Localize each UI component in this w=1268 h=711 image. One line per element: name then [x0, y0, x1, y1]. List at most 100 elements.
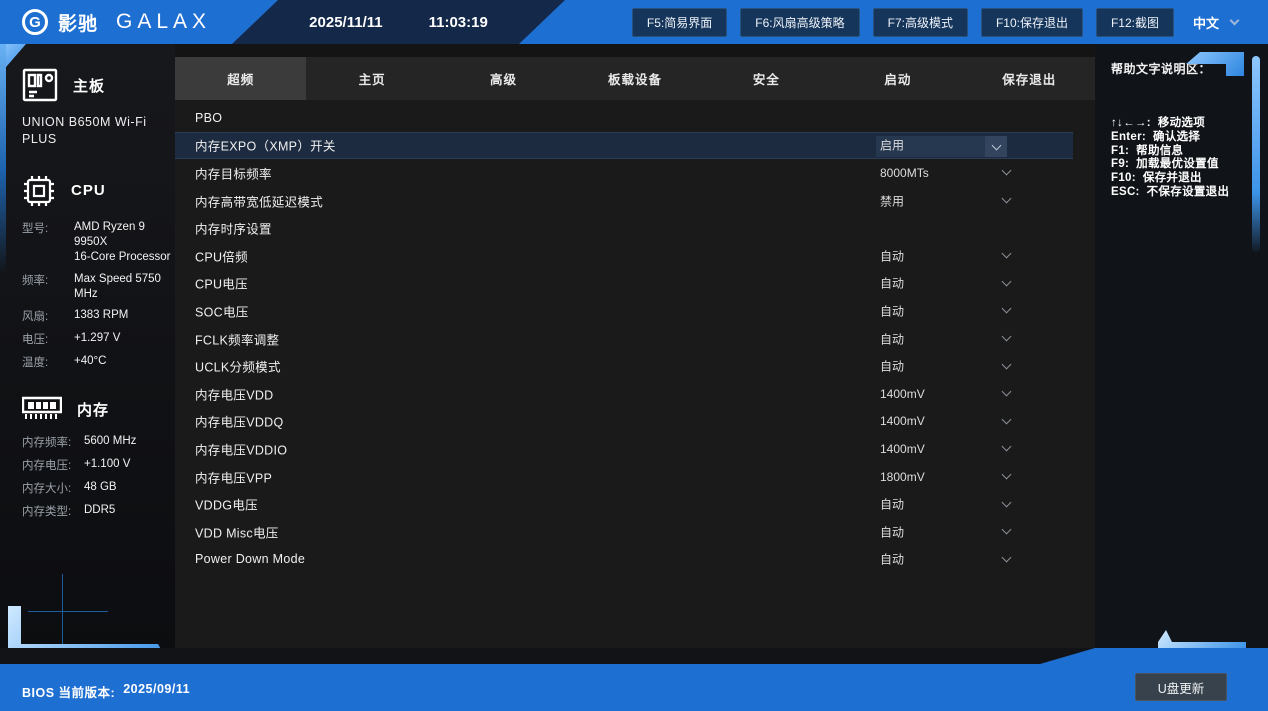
chevron-down-icon — [1001, 166, 1011, 176]
stat-value: DDR5 — [84, 503, 115, 519]
help-hint-line: F1: 帮助信息 — [1111, 145, 1268, 159]
scrollbar-decoration[interactable] — [1252, 56, 1260, 252]
setting-label: UCLK分频模式 — [195, 357, 281, 376]
settings-list: PBO 内存EXPO（XMP）开关 启用 内存目标频率 8000MTs 内存高带… — [175, 104, 1073, 573]
fkey-button[interactable]: F12:截图 — [1096, 8, 1174, 37]
setting-row[interactable]: VDDG电压 自动 — [175, 490, 1073, 518]
setting-value: 启用 — [880, 137, 904, 154]
dropdown-control[interactable] — [995, 192, 1017, 210]
dropdown-control[interactable] — [995, 274, 1017, 292]
language-selector[interactable]: 中文 — [1193, 13, 1238, 32]
setting-label: 内存电压VDDIO — [195, 439, 287, 458]
dropdown-control[interactable] — [995, 412, 1017, 430]
setting-row[interactable]: 内存电压VDDQ 1400mV — [175, 408, 1073, 436]
setting-row[interactable]: Power Down Mode 自动 — [175, 546, 1073, 574]
stat-label: 频率: — [22, 272, 74, 302]
dropdown-control[interactable] — [995, 468, 1017, 486]
tab[interactable]: 超频 — [175, 57, 306, 100]
stat-value: 1383 RPM — [74, 308, 128, 324]
setting-row[interactable]: SOC电压 自动 — [175, 297, 1073, 325]
dropdown-control[interactable] — [995, 523, 1017, 541]
setting-row[interactable]: 内存目标频率 8000MTs — [175, 159, 1073, 187]
stat-label: 温度: — [22, 354, 74, 370]
setting-row[interactable]: UCLK分频模式 自动 — [175, 352, 1073, 380]
bios-screen: G 影驰 GALAX 2025/11/11 11:03:19 F5:简易界面 F6… — [0, 0, 1268, 711]
stat-value: +40°C — [74, 354, 106, 370]
dropdown-control[interactable] — [995, 330, 1017, 348]
usb-update-button[interactable]: U盘更新 — [1135, 673, 1227, 701]
setting-row[interactable]: 内存电压VPP 1800mV — [175, 463, 1073, 491]
stat-label: 风扇: — [22, 308, 74, 324]
setting-label: CPU电压 — [195, 274, 248, 293]
setting-row[interactable]: PBO — [175, 104, 1073, 132]
setting-value: 禁用 — [880, 192, 904, 209]
setting-value: 自动 — [880, 551, 904, 568]
setting-value: 自动 — [880, 330, 904, 347]
fkey-button[interactable]: F5:简易界面 — [632, 8, 727, 37]
motherboard-section: 主板 UNION B650M Wi-Fi PLUS — [22, 68, 175, 148]
chevron-down-icon — [1001, 332, 1011, 342]
system-time: 11:03:19 — [429, 14, 488, 31]
setting-row[interactable]: CPU倍频 自动 — [175, 242, 1073, 270]
setting-value: 1400mV — [880, 442, 925, 456]
language-label: 中文 — [1193, 13, 1219, 32]
setting-value: 自动 — [880, 275, 904, 292]
fkey-button[interactable]: F7:高级模式 — [873, 8, 968, 37]
corner-decoration-bottom-right — [1158, 630, 1246, 648]
setting-row[interactable]: CPU电压 自动 — [175, 270, 1073, 298]
help-hint-line: Enter: 确认选择 — [1111, 131, 1268, 145]
chevron-down-icon — [1001, 525, 1011, 535]
setting-row[interactable]: 内存高带宽低延迟模式 禁用 — [175, 187, 1073, 215]
setting-value: 自动 — [880, 302, 904, 319]
stat-value: +1.100 V — [84, 457, 130, 473]
tab[interactable]: 启动 — [832, 57, 963, 100]
setting-row[interactable]: VDD Misc电压 自动 — [175, 518, 1073, 546]
brand-logo: G 影驰 GALAX — [0, 9, 232, 36]
galax-logo-icon: G — [22, 9, 48, 35]
fkey-button[interactable]: F10:保存退出 — [981, 8, 1083, 37]
setting-label: 内存电压VPP — [195, 467, 272, 486]
stat-value: +1.297 V — [74, 331, 120, 347]
dropdown-control[interactable] — [995, 495, 1017, 513]
setting-row[interactable]: 内存电压VDD 1400mV — [175, 380, 1073, 408]
dropdown-control[interactable] — [985, 136, 1007, 157]
setting-value: 1800mV — [880, 470, 925, 484]
setting-value: 自动 — [880, 496, 904, 513]
stat-label: 内存类型: — [22, 503, 84, 519]
bios-version-value: 2025/09/11 — [123, 682, 190, 701]
setting-value: 1400mV — [880, 387, 925, 401]
dropdown-control[interactable] — [995, 302, 1017, 320]
stat-label: 电压: — [22, 331, 74, 347]
edge-glow-decoration — [0, 44, 6, 274]
dropdown-control[interactable] — [995, 550, 1017, 568]
hardware-sidebar: 主板 UNION B650M Wi-Fi PLUS CPU 型号: AMD Ry… — [0, 44, 175, 664]
setting-label: SOC电压 — [195, 301, 249, 320]
tab[interactable]: 保存退出 — [964, 57, 1095, 100]
dropdown-control[interactable] — [995, 357, 1017, 375]
cpu-stat-row: 风扇: 1383 RPM — [22, 308, 175, 324]
setting-label: FCLK频率调整 — [195, 329, 279, 348]
setting-row[interactable]: 内存电压VDDIO 1400mV — [175, 435, 1073, 463]
setting-row[interactable]: 内存时序设置 — [175, 214, 1073, 242]
fkey-button[interactable]: F6:风扇高级策略 — [740, 8, 859, 37]
bios-version-label: BIOS 当前版本: — [22, 682, 115, 701]
chevron-down-icon — [1001, 470, 1011, 480]
dropdown-control[interactable] — [995, 440, 1017, 458]
help-key-hints: ↑↓←→: 移动选项Enter: 确认选择F1: 帮助信息F9: 加载最优设置值… — [1111, 117, 1268, 200]
system-date: 2025/11/11 — [309, 14, 382, 31]
tab-bar: 超频主页高级板载设备安全启动保存退出 — [175, 57, 1095, 100]
tab[interactable]: 安全 — [701, 57, 832, 100]
setting-label: 内存EXPO（XMP）开关 — [195, 136, 336, 155]
chevron-down-icon — [1001, 497, 1011, 507]
tab[interactable]: 板载设备 — [569, 57, 700, 100]
setting-row[interactable]: FCLK频率调整 自动 — [175, 325, 1073, 353]
chevron-down-icon — [1001, 442, 1011, 452]
tab[interactable]: 高级 — [438, 57, 569, 100]
setting-row[interactable]: 内存EXPO（XMP）开关 启用 — [175, 132, 1073, 160]
tab[interactable]: 主页 — [306, 57, 437, 100]
dropdown-control[interactable] — [995, 247, 1017, 265]
setting-value: 自动 — [880, 358, 904, 375]
setting-value: 自动 — [880, 523, 904, 540]
dropdown-control[interactable] — [995, 164, 1017, 182]
dropdown-control[interactable] — [995, 385, 1017, 403]
